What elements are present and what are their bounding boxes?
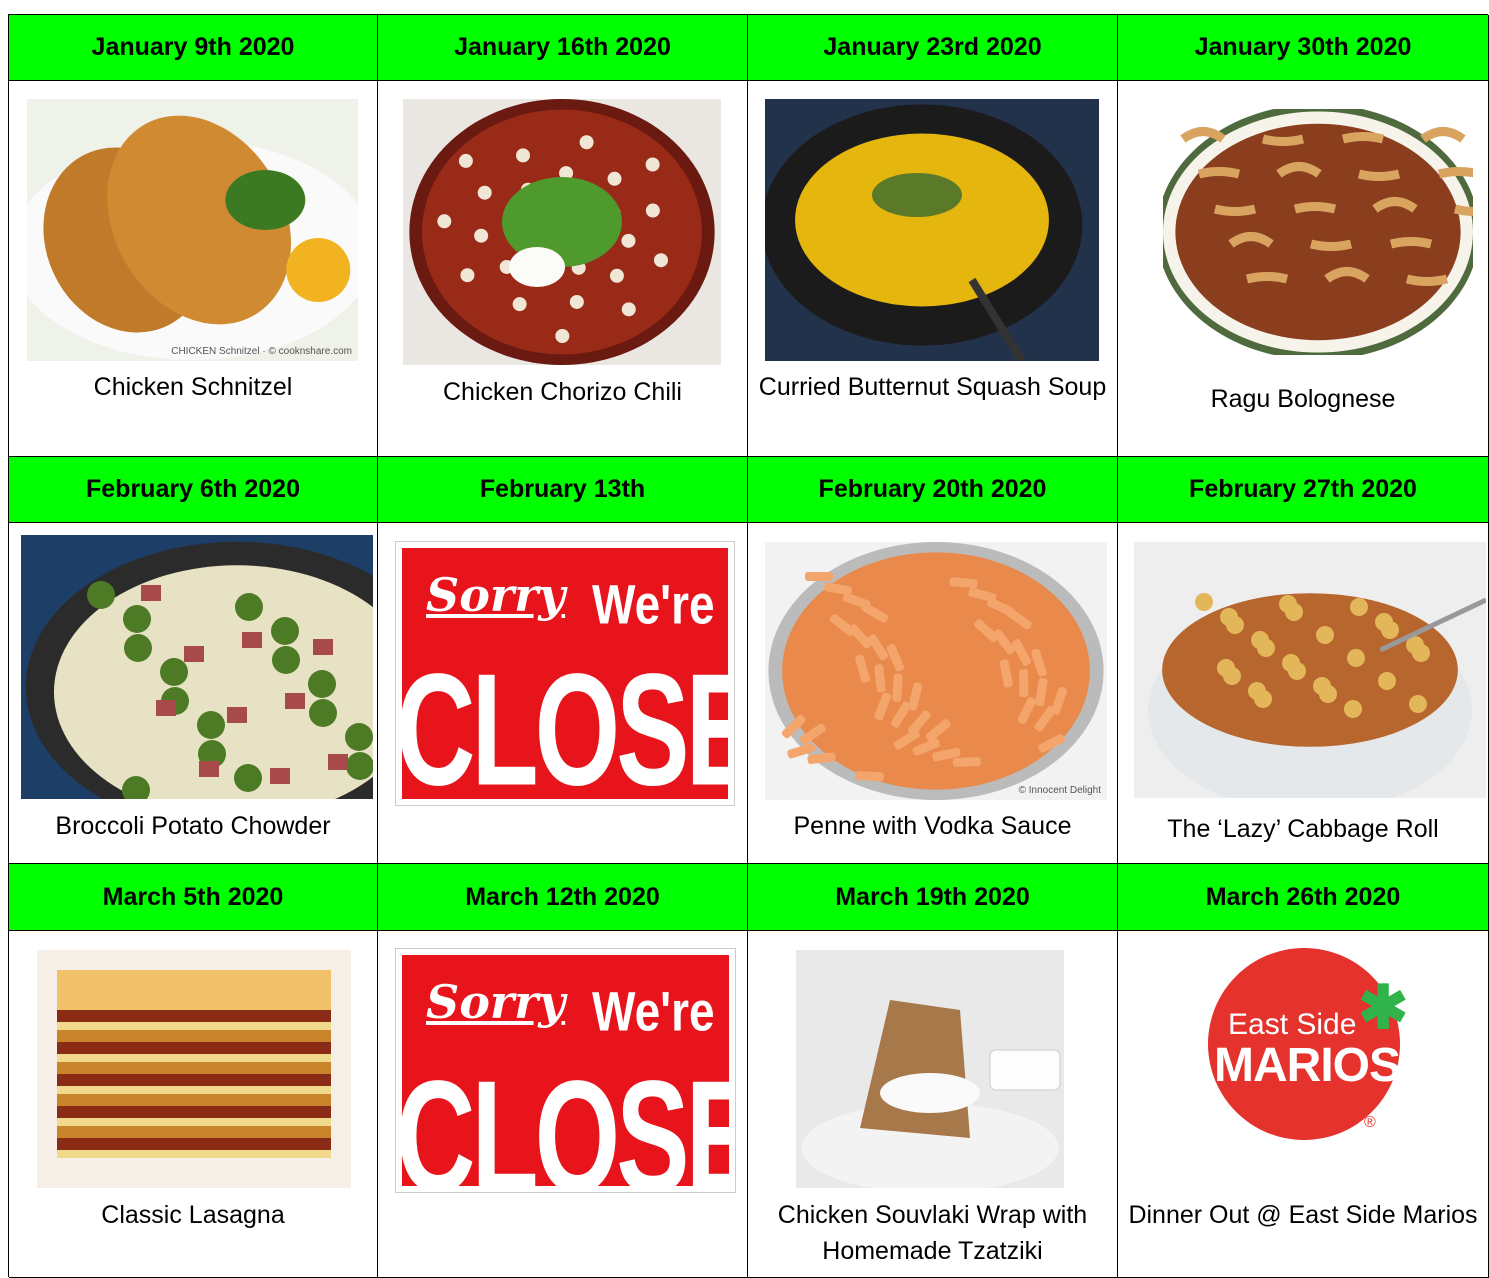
menu-cell: © Innocent Delight Penne with Vodka Sauce [748,523,1118,864]
dish-name: Curried Butternut Squash Soup [758,373,1107,401]
logo-east-side: East Side [1228,1008,1357,1041]
dish-name: Chicken Chorizo Chili [443,378,682,406]
closed-sign-were: We're [592,573,715,636]
menu-cell: East Side MARIOS ✱ ® Dinner Out @ East Side … [1118,931,1489,1278]
lasagna-image [37,950,351,1188]
closed-sign-were: We're [592,980,715,1043]
dish-name: Penne with Vodka Sauce [793,812,1072,840]
menu-calendar-table: January 9th 2020 CHICKEN Schnitzel · © co… [8,14,1489,1278]
logo-star-icon: ✱ [1358,974,1409,1041]
closed-sign-closed: CLOSED [396,640,734,806]
chorizo-chili-image [403,99,721,365]
chicken-schnitzel-image: CHICKEN Schnitzel · © cooknshare.com [27,99,358,361]
closed-sign-sorry: Sorry [426,975,566,1029]
squash-soup-image [765,99,1099,361]
image-watermark: © Innocent Delight [1018,785,1101,796]
date-header: March 12th 2020 [378,864,748,931]
closed-sign-sorry: Sorry [426,568,566,622]
closed-sign-closed: CLOSED [396,1047,735,1193]
menu-cell: Sorry We'reCLOSED [378,523,748,864]
closed-sign-image: Sorry We'reCLOSED [395,948,736,1193]
menu-cell: Classic Lasagna [9,931,378,1278]
dish-name: Chicken Souvlaki Wrap with Homemade Tzat… [777,1201,1088,1265]
menu-cell: Chicken Chorizo Chili [378,81,748,457]
date-header: January 16th 2020 [378,15,748,81]
east-side-marios-logo: East Side MARIOS ✱ ® [1208,948,1408,1148]
dish-name: Broccoli Potato Chowder [55,812,331,840]
menu-cell: Ragu Bolognese [1118,81,1489,457]
dish-name: Dinner Out @ East Side Marios [1128,1201,1478,1229]
date-header: March 5th 2020 [9,864,378,931]
penne-vodka-image: © Innocent Delight [765,542,1107,800]
menu-cell: Sorry We'reCLOSED [378,931,748,1278]
date-header: February 6th 2020 [9,457,378,523]
dish-name: Ragu Bolognese [1210,385,1396,413]
date-header: March 26th 2020 [1118,864,1489,931]
date-header: January 30th 2020 [1118,15,1489,81]
date-header: February 27th 2020 [1118,457,1489,523]
ragu-bolognese-image [1163,109,1473,355]
menu-cell: CHICKEN Schnitzel · © cooknshare.com Chic… [9,81,378,457]
dish-name: Chicken Schnitzel [93,373,293,401]
registered-mark: ® [1364,1114,1376,1131]
souvlaki-wrap-image [796,950,1064,1188]
image-watermark: CHICKEN Schnitzel · © cooknshare.com [171,346,352,357]
menu-cell: Broccoli Potato Chowder [9,523,378,864]
menu-cell: Chicken Souvlaki Wrap with Homemade Tzat… [748,931,1118,1278]
cabbage-roll-image [1134,542,1486,798]
date-header: February 13th [378,457,748,523]
date-header: January 9th 2020 [9,15,378,81]
menu-cell: Curried Butternut Squash Soup [748,81,1118,457]
menu-cell: The ‘Lazy’ Cabbage Roll [1118,523,1489,864]
broccoli-chowder-image [21,535,373,799]
closed-sign-image: Sorry We'reCLOSED [395,541,735,806]
date-header: March 19th 2020 [748,864,1118,931]
logo-marios: MARIOS [1214,1039,1401,1092]
date-header: February 20th 2020 [748,457,1118,523]
dish-name: The ‘Lazy’ Cabbage Roll [1167,815,1439,843]
date-header: January 23rd 2020 [748,15,1118,81]
dish-name: Classic Lasagna [101,1201,285,1229]
